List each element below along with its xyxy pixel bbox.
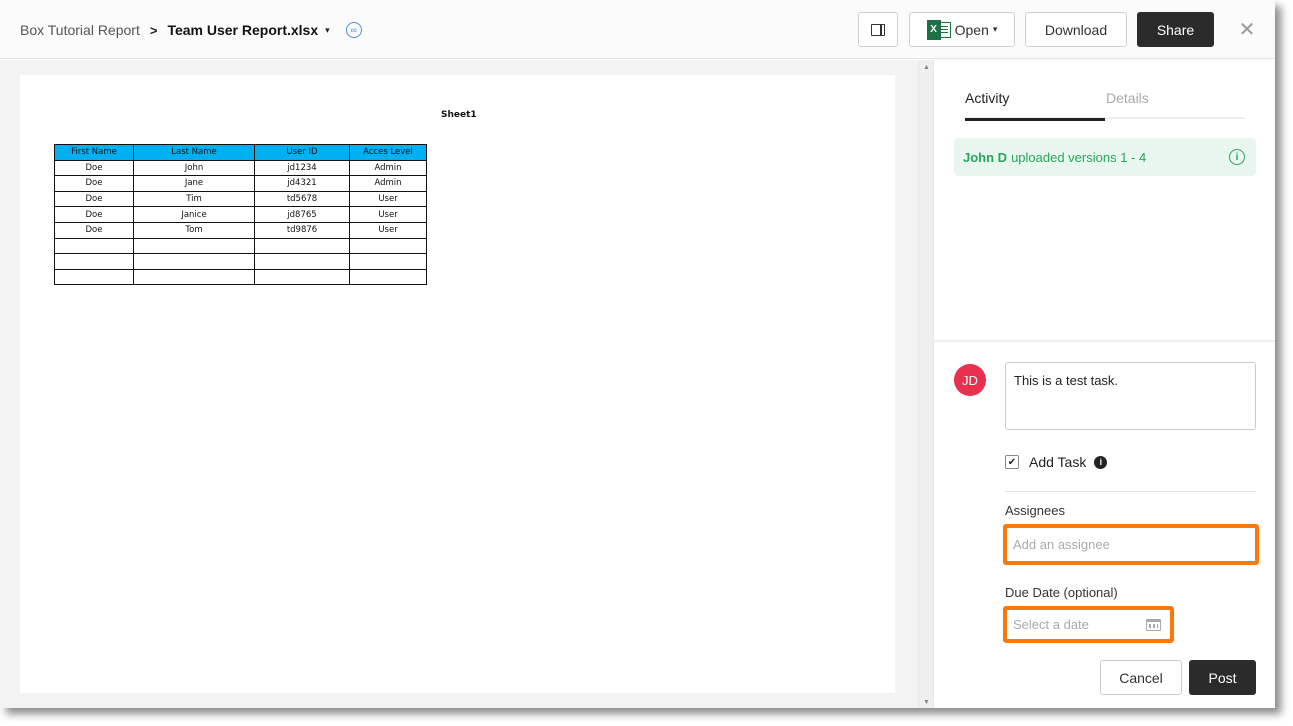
- spreadsheet-table: First Name Last Name User ID Acces Level…: [54, 144, 427, 286]
- table-cell: [133, 253, 255, 270]
- table-cell: Admin: [349, 159, 427, 177]
- add-task-label[interactable]: Add Task: [1029, 454, 1086, 470]
- sidebar-toggle-icon: [871, 23, 885, 36]
- breadcrumb-separator-icon: >: [149, 22, 158, 38]
- scroll-down-icon[interactable]: ▼: [923, 699, 930, 706]
- table-cell: [54, 237, 134, 255]
- table-cell: [349, 237, 427, 255]
- table-cell: Doe: [54, 190, 134, 208]
- cancel-button[interactable]: Cancel: [1100, 660, 1182, 695]
- table-cell: Tim: [133, 190, 255, 208]
- due-date-label: Due Date (optional): [1005, 585, 1118, 600]
- box-preview-window: Box Tutorial Report > Team User Report.x…: [0, 0, 1275, 708]
- due-date-input[interactable]: Select a date: [1003, 606, 1174, 643]
- chevron-down-icon: ▾: [992, 24, 998, 34]
- table-cell: User: [349, 221, 427, 239]
- file-menu-caret-icon[interactable]: ▾: [325, 25, 330, 36]
- table-cell: Doe: [54, 159, 134, 177]
- post-button[interactable]: Post: [1189, 660, 1256, 695]
- table-row: Doe Tim td5678 User: [54, 190, 427, 208]
- due-date-placeholder: Select a date: [1013, 617, 1089, 632]
- table-row: [54, 237, 427, 255]
- table-cell: jd4321: [254, 175, 350, 192]
- breadcrumb-parent-folder[interactable]: Box Tutorial Report: [20, 22, 140, 38]
- column-header: Last Name: [133, 144, 255, 161]
- share-button[interactable]: Share: [1137, 12, 1214, 47]
- add-task-toggle: ✔ Add Task i: [1005, 454, 1108, 470]
- column-header: Acces Level: [349, 144, 427, 161]
- table-cell: User: [349, 190, 427, 208]
- table-cell: John: [133, 159, 255, 177]
- close-icon[interactable]: ✕: [1236, 18, 1258, 41]
- table-cell: [54, 253, 134, 270]
- header-bar: Box Tutorial Report > Team User Report.x…: [0, 0, 1275, 59]
- assignees-label: Assignees: [1005, 503, 1065, 518]
- activity-sidebar: Activity Details John D uploaded version…: [934, 60, 1275, 708]
- table-row: Doe Tom td9876 User: [54, 221, 427, 239]
- shared-link-icon[interactable]: ∞: [345, 22, 362, 38]
- table-cell: td9876: [254, 221, 350, 239]
- table-cell: Doe: [54, 175, 134, 192]
- assignee-placeholder: Add an assignee: [1013, 537, 1110, 552]
- table-cell: [349, 268, 427, 286]
- calendar-icon[interactable]: [1146, 619, 1161, 631]
- tab-details[interactable]: Details: [1106, 90, 1149, 106]
- column-header: First Name: [54, 144, 134, 161]
- table-row: Doe Janice jd8765 User: [54, 206, 427, 223]
- table-cell: [54, 268, 134, 286]
- divider: [934, 340, 1275, 342]
- activity-user: John D: [963, 149, 1008, 165]
- table-cell: jd1234: [254, 159, 350, 177]
- table-row: Doe John jd1234 Admin: [54, 159, 427, 177]
- info-icon[interactable]: i: [1229, 149, 1245, 165]
- table-cell: Admin: [349, 175, 427, 192]
- download-button[interactable]: Download: [1025, 12, 1127, 47]
- table-cell: [254, 237, 350, 255]
- table-cell: Doe: [54, 206, 134, 223]
- preview-scrollbar[interactable]: ▲ ▼: [918, 60, 934, 708]
- table-cell: Janice: [133, 206, 255, 223]
- table-header-row: First Name Last Name User ID Acces Level: [54, 144, 427, 161]
- sheet-title: Sheet1: [441, 110, 477, 120]
- table-cell: [254, 268, 350, 286]
- add-task-checkbox[interactable]: ✔: [1005, 455, 1019, 469]
- column-header: User ID: [254, 144, 350, 161]
- table-cell: Doe: [54, 221, 134, 239]
- info-icon[interactable]: i: [1094, 455, 1108, 469]
- file-preview-area: Sheet1 First Name Last Name User ID Acce…: [0, 60, 918, 708]
- sidebar-tabs: Activity Details: [965, 88, 1245, 121]
- open-with-button[interactable]: X Open ▾: [909, 12, 1015, 47]
- comment-input[interactable]: This is a test task.: [1005, 362, 1256, 430]
- file-name[interactable]: Team User Report.xlsx: [167, 22, 318, 38]
- link-glyph: ∞: [350, 25, 357, 35]
- tab-activity[interactable]: Activity: [965, 90, 1105, 121]
- activity-text: uploaded versions 1 - 4: [1011, 149, 1147, 165]
- table-cell: jd8765: [254, 206, 350, 223]
- avatar: JD: [954, 364, 986, 396]
- table-row: [54, 268, 427, 286]
- assignee-input[interactable]: Add an assignee: [1003, 524, 1259, 565]
- version-activity-item: John D uploaded versions 1 - 4 i: [954, 138, 1256, 176]
- spreadsheet-page: Sheet1 First Name Last Name User ID Acce…: [20, 75, 895, 693]
- open-label: Open: [954, 21, 989, 38]
- table-cell: [133, 237, 255, 255]
- excel-icon: X: [926, 19, 951, 40]
- table-row: Doe Jane jd4321 Admin: [54, 175, 427, 192]
- table-cell: User: [349, 206, 427, 223]
- table-cell: [133, 268, 255, 286]
- divider: [1005, 491, 1256, 492]
- breadcrumb: Box Tutorial Report > Team User Report.x…: [20, 20, 362, 40]
- table-row: [54, 253, 427, 270]
- table-cell: Tom: [133, 221, 255, 239]
- scroll-up-icon[interactable]: ▲: [923, 64, 930, 71]
- table-cell: [254, 253, 350, 270]
- table-cell: Jane: [133, 175, 255, 192]
- table-cell: [349, 253, 427, 270]
- table-cell: td5678: [254, 190, 350, 208]
- toggle-sidebar-button[interactable]: [858, 12, 898, 47]
